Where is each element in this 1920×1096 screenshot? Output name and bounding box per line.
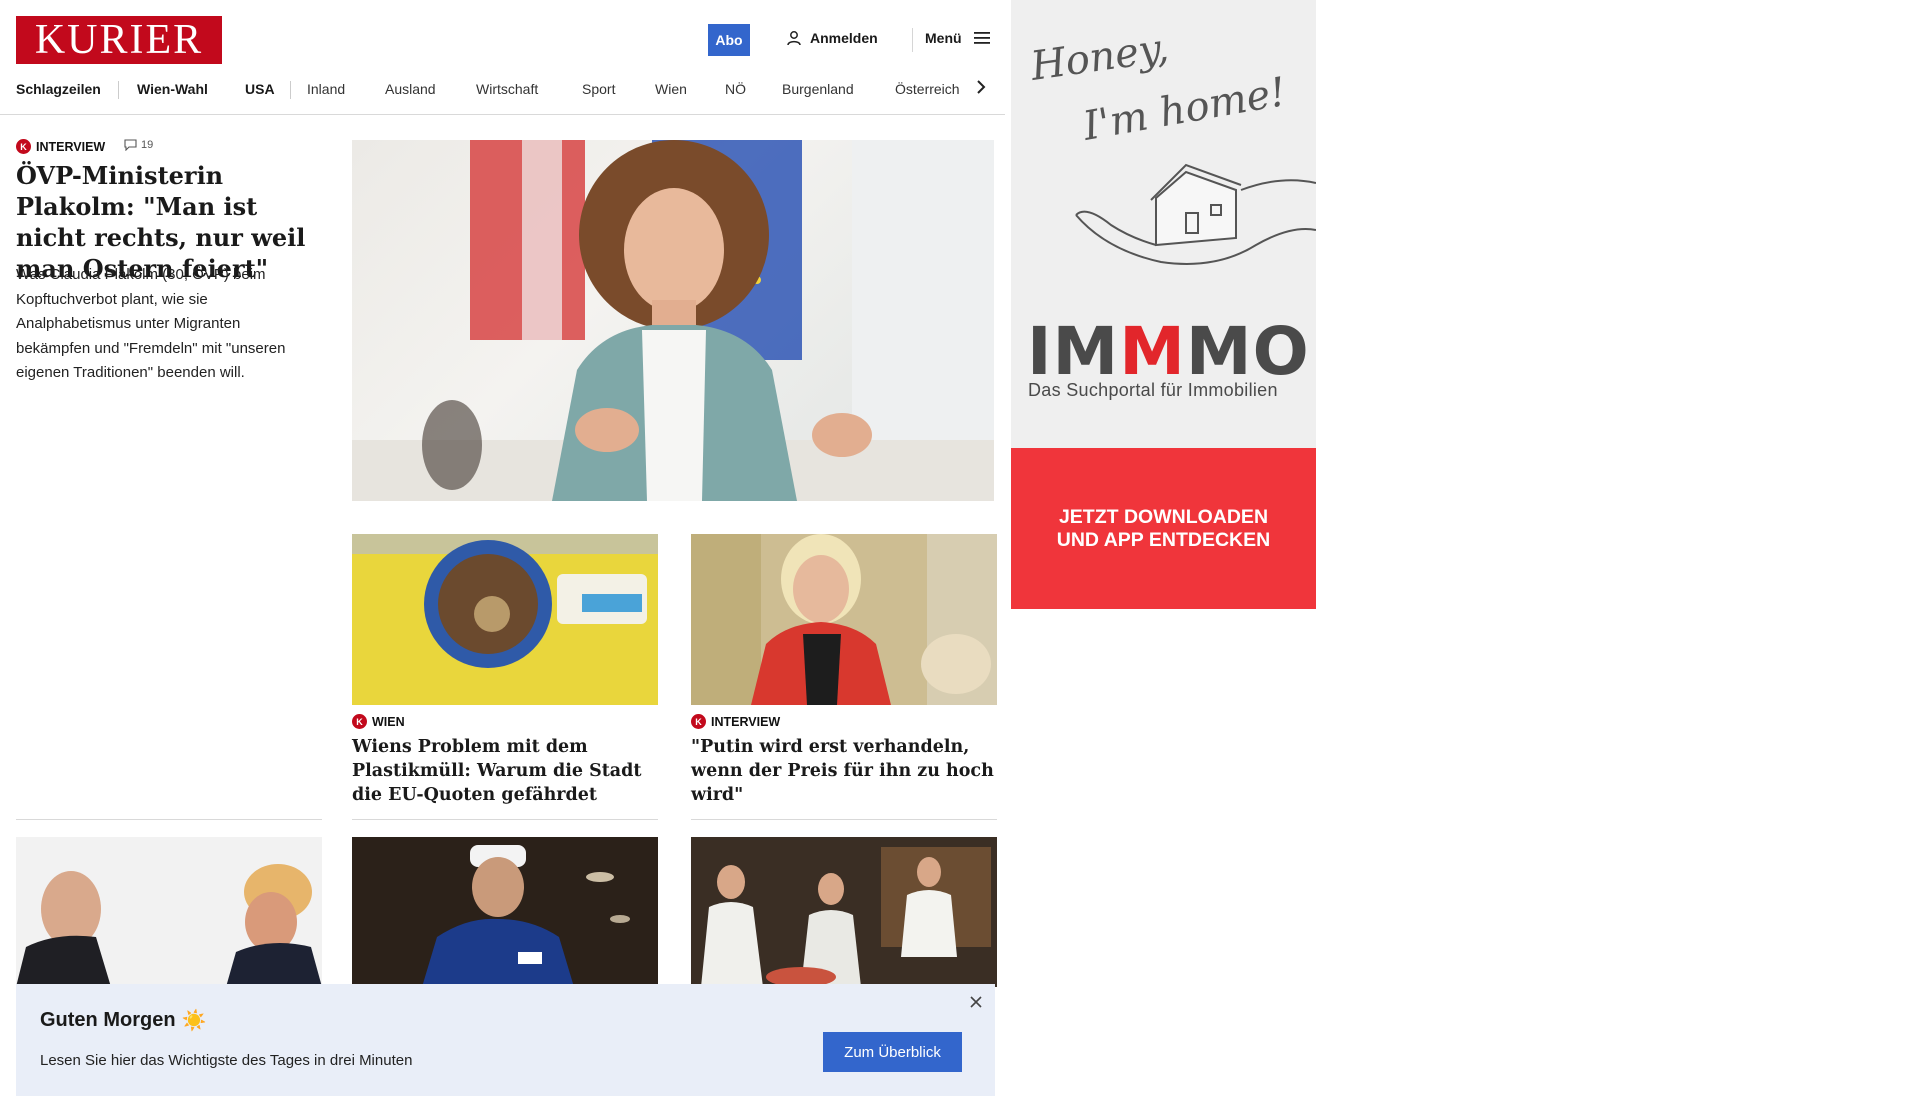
logo-part: IM [1027, 313, 1120, 390]
lead-kicker[interactable]: K INTERVIEW [16, 139, 105, 154]
abo-button[interactable]: Abo [708, 24, 750, 56]
card-interview-kicker-label: INTERVIEW [711, 714, 781, 729]
chevron-right-icon[interactable] [974, 76, 988, 98]
politicians-photo [16, 837, 322, 987]
kurier-k-icon: K [352, 714, 367, 729]
lead-kicker-label: INTERVIEW [36, 139, 106, 154]
card-wien-kicker-label: WIEN [372, 714, 405, 729]
card-interview-image[interactable] [691, 534, 997, 705]
login-label: Anmelden [810, 30, 878, 46]
menu-label: Menü [925, 30, 962, 46]
menu-button[interactable]: Menü [925, 30, 990, 46]
card-wien-image[interactable] [352, 534, 658, 705]
nav-item-oesterreich[interactable]: Österreich [895, 81, 960, 97]
nav-item-usa[interactable]: USA [245, 81, 275, 97]
nav-item-wien[interactable]: Wien [655, 81, 687, 97]
user-icon [787, 31, 801, 46]
card-wien-kicker[interactable]: K WIEN [352, 714, 405, 729]
chefs-image[interactable] [691, 837, 997, 987]
login-button[interactable]: Anmelden [786, 30, 878, 46]
ad-cta-line1: JETZT DOWNLOADEN [1058, 505, 1269, 528]
banner-title-text: Guten Morgen [40, 1009, 176, 1031]
hamburger-icon [973, 32, 990, 44]
skier-photo [352, 837, 658, 987]
nav-item-inland[interactable]: Inland [307, 81, 345, 97]
nav-item-wirtschaft[interactable]: Wirtschaft [476, 81, 538, 97]
kurier-k-icon: K [16, 139, 31, 154]
nav-item-schlagzeilen[interactable]: Schlagzeilen [16, 81, 101, 97]
main-column: KURIER Abo Anmelden Menü Schlagzeilen Wi… [0, 0, 1005, 1096]
recycling-bin-photo [352, 534, 658, 705]
skier-image[interactable] [352, 837, 658, 987]
putin-trump-image[interactable] [16, 837, 322, 987]
ad-download-button[interactable]: JETZT DOWNLOADEN UND APP ENTDECKEN [1011, 448, 1316, 609]
comment-count-value: 19 [141, 139, 154, 151]
nav-item-wien-wahl[interactable]: Wien-Wahl [137, 81, 208, 97]
card-interview-kicker[interactable]: K INTERVIEW [691, 714, 780, 729]
divider [16, 819, 322, 820]
close-icon[interactable] [968, 994, 984, 1010]
overview-button[interactable]: Zum Überblick [823, 1032, 962, 1072]
banner-text: Lesen Sie hier das Wichtigste des Tages … [40, 1052, 413, 1069]
comment-icon [124, 139, 137, 151]
ad-script-line2: I'm home! [1079, 69, 1290, 150]
divider [691, 819, 997, 820]
sun-icon: ☀️ [181, 1010, 207, 1032]
logo-part: MO [1185, 313, 1310, 390]
kurier-logo[interactable]: KURIER [16, 16, 222, 64]
nav-item-sport[interactable]: Sport [582, 81, 615, 97]
lead-teaser: Was Claudia Plakolm (30, ÖVP) beim Kopft… [16, 266, 286, 381]
nav-item-noe[interactable]: NÖ [725, 81, 746, 97]
section-nav: Schlagzeilen Wien-Wahl USA Inland Auslan… [0, 76, 1005, 115]
logo-accent: M [1119, 313, 1186, 390]
house-in-hand-illustration: Honey, I'm home! [1027, 25, 1316, 265]
ad-cta-line2: UND APP ENTDECKEN [1056, 528, 1271, 551]
immmo-advertisement[interactable]: Honey, I'm home! IMMMO Das Suchportal fü… [1011, 0, 1316, 609]
nav-item-burgenland[interactable]: Burgenland [782, 81, 854, 97]
nav-item-ausland[interactable]: Ausland [385, 81, 436, 97]
chefs-photo [691, 837, 997, 987]
interview-photo [691, 534, 997, 705]
lead-article-image[interactable] [352, 140, 994, 501]
lead-photo [352, 140, 994, 501]
card-wien-headline[interactable]: Wiens Problem mit dem Plastikmüll: Warum… [352, 735, 658, 807]
ad-script-line1: Honey, [1027, 25, 1171, 90]
nav-divider [118, 81, 119, 99]
card-interview-headline[interactable]: "Putin wird erst verhandeln, wenn der Pr… [691, 735, 997, 807]
divider [352, 819, 658, 820]
banner-title: Guten Morgen ☀️ [40, 1008, 206, 1033]
morning-briefing-banner: Guten Morgen ☀️ Lesen Sie hier das Wicht… [16, 984, 995, 1096]
nav-divider [290, 81, 291, 99]
kurier-k-icon: K [691, 714, 706, 729]
ad-subtitle: Das Suchportal für Immobilien [1028, 380, 1278, 400]
immmo-logo: IMMMO [1027, 313, 1310, 390]
header-divider [912, 28, 913, 52]
comment-count[interactable]: 19 [124, 139, 153, 151]
